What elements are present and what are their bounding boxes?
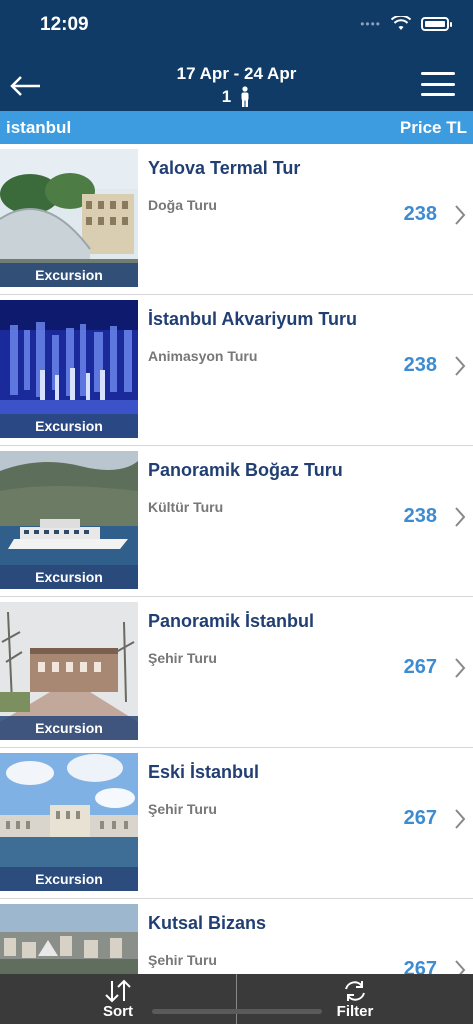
city-name: istanbul bbox=[6, 118, 72, 137]
tour-image: Excursion bbox=[0, 602, 138, 740]
chevron-right-icon bbox=[455, 507, 466, 527]
chevron-right-icon bbox=[455, 809, 466, 829]
list-item[interactable]: Excursion Panoramik İstanbul Şehir Turu … bbox=[0, 597, 473, 748]
tour-price: 238 bbox=[403, 203, 437, 225]
bottom-tab-bar: Sort Filter bbox=[0, 974, 473, 1024]
chevron-right-icon bbox=[455, 658, 466, 678]
tour-category: Doğa Turu bbox=[148, 197, 217, 213]
category-tag: Excursion bbox=[0, 716, 138, 740]
signal-icon: •••• bbox=[360, 17, 381, 31]
tour-list: Excursion Yalova Termal Tur Doğa Turu 23… bbox=[0, 144, 473, 974]
price-currency-label: Price TL bbox=[399, 118, 467, 137]
wifi-icon bbox=[391, 16, 411, 30]
battery-icon bbox=[421, 17, 452, 31]
tour-image: Excursion bbox=[0, 300, 138, 438]
sort-arrows-icon bbox=[105, 979, 131, 1002]
list-item[interactable]: Excursion Yalova Termal Tur Doğa Turu 23… bbox=[0, 144, 473, 295]
guest-count-value: 1 bbox=[221, 87, 232, 106]
chevron-right-icon bbox=[455, 960, 466, 974]
app-header: 12:09 •••• 17 Apr - 24 Apr 1 bbox=[0, 0, 473, 111]
guest-count: 1 bbox=[0, 86, 473, 108]
tour-price: 267 bbox=[403, 958, 437, 974]
sort-label: Sort bbox=[103, 1002, 133, 1020]
list-item[interactable]: Excursion İstanbul Akvariyum Turu Animas… bbox=[0, 295, 473, 446]
date-range: 17 Apr - 24 Apr bbox=[176, 64, 297, 83]
person-icon bbox=[241, 86, 249, 107]
status-icons: •••• bbox=[360, 16, 452, 32]
tour-price: 267 bbox=[403, 807, 437, 829]
chevron-right-icon bbox=[455, 205, 466, 225]
chevron-right-icon bbox=[455, 356, 466, 376]
hamburger-menu-icon[interactable] bbox=[421, 72, 455, 96]
category-tag: Excursion bbox=[0, 414, 138, 438]
filter-label: Filter bbox=[336, 1002, 374, 1020]
tour-image: Excursion bbox=[0, 149, 138, 287]
location-bar: istanbul Price TL bbox=[0, 111, 473, 144]
tour-category: Şehir Turu bbox=[148, 952, 217, 968]
list-item[interactable]: Kutsal Bizans Şehir Turu 267 bbox=[0, 899, 473, 974]
list-item[interactable]: Excursion Eski İstanbul Şehir Turu 267 bbox=[0, 748, 473, 899]
category-tag: Excursion bbox=[0, 565, 138, 589]
tour-image: Excursion bbox=[0, 753, 138, 891]
tour-image bbox=[0, 904, 138, 974]
tour-category: Şehir Turu bbox=[148, 650, 217, 666]
filter-button[interactable]: Filter bbox=[237, 974, 473, 1024]
tour-category: Şehir Turu bbox=[148, 801, 217, 817]
tour-title: Yalova Termal Tur bbox=[148, 158, 301, 178]
tour-category: Kültür Turu bbox=[148, 499, 224, 515]
tour-category: Animasyon Turu bbox=[148, 348, 258, 364]
tour-price: 267 bbox=[403, 656, 437, 678]
tour-image: Excursion bbox=[0, 451, 138, 589]
tour-price: 238 bbox=[403, 505, 437, 527]
tour-title: Panoramik Boğaz Turu bbox=[148, 460, 343, 480]
home-indicator bbox=[152, 1009, 322, 1014]
refresh-filter-icon bbox=[345, 980, 365, 1001]
list-item[interactable]: Excursion Panoramik Boğaz Turu Kültür Tu… bbox=[0, 446, 473, 597]
tour-title: İstanbul Akvariyum Turu bbox=[148, 309, 358, 329]
sort-button[interactable]: Sort bbox=[0, 974, 236, 1024]
tour-title: Panoramik İstanbul bbox=[148, 611, 315, 631]
status-time: 12:09 bbox=[40, 14, 89, 35]
tour-price: 238 bbox=[403, 354, 437, 376]
category-tag: Excursion bbox=[0, 867, 138, 891]
tour-title: Kutsal Bizans bbox=[148, 913, 267, 933]
category-tag: Excursion bbox=[0, 263, 138, 287]
tour-title: Eski İstanbul bbox=[148, 762, 260, 782]
